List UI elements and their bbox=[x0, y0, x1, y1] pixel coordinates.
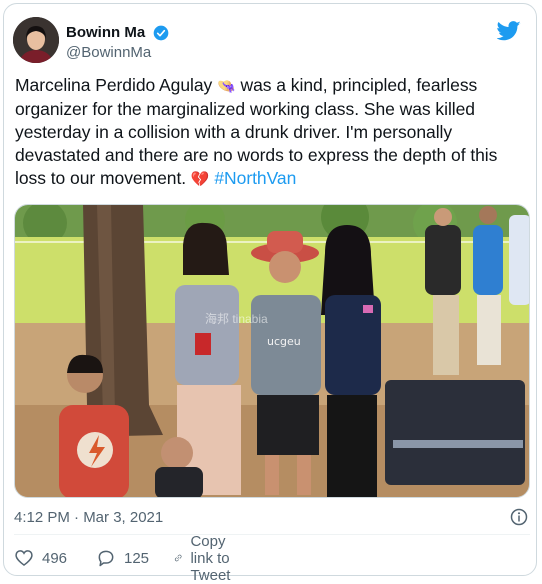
divider bbox=[14, 534, 530, 535]
tweet-meta: 4:12 PM · Mar 3, 2021 bbox=[14, 507, 530, 529]
timestamp-link[interactable]: 4:12 PM · Mar 3, 2021 bbox=[14, 509, 163, 526]
copy-link-label: Copy link to Tweet bbox=[190, 532, 231, 584]
photo-watermark: 海邦 tinabia bbox=[205, 312, 268, 326]
copy-link-button[interactable]: Copy link to Tweet bbox=[174, 533, 242, 584]
info-icon[interactable] bbox=[510, 508, 528, 526]
link-icon bbox=[174, 554, 182, 562]
broken-heart-emoji: 💔 bbox=[190, 170, 210, 188]
avatar[interactable] bbox=[13, 17, 59, 63]
like-count: 496 bbox=[42, 549, 68, 567]
shirt-text: ucgeu bbox=[267, 335, 301, 348]
author-info: Bowinn Ma @BowinnMa bbox=[66, 23, 169, 62]
tweet-text-part-1: Marcelina Perdido Agulay bbox=[15, 75, 218, 95]
tweet-card[interactable]: Bowinn Ma @BowinnMa Marcelina Perdido Ag… bbox=[3, 3, 537, 584]
tweet-text: Marcelina Perdido Agulay 👒 was a kind, p… bbox=[15, 74, 530, 191]
reply-icon bbox=[98, 550, 114, 567]
author-handle[interactable]: @BowinnMa bbox=[66, 43, 169, 62]
author-display-name[interactable]: Bowinn Ma bbox=[66, 23, 145, 42]
tweet-photo[interactable]: ucgeu 海邦 tinabia bbox=[14, 204, 530, 498]
verified-badge-icon bbox=[153, 25, 168, 40]
like-button[interactable]: 496 bbox=[14, 546, 67, 570]
reply-count: 125 bbox=[124, 549, 150, 567]
twitter-bird-icon[interactable] bbox=[497, 21, 521, 41]
heart-icon bbox=[15, 550, 33, 567]
sunhat-emoji: 👒 bbox=[217, 77, 236, 95]
tweet-header: Bowinn Ma @BowinnMa bbox=[13, 17, 529, 67]
reply-button[interactable]: 125 bbox=[96, 546, 149, 570]
hashtag-link[interactable]: #NorthVan bbox=[214, 168, 296, 188]
